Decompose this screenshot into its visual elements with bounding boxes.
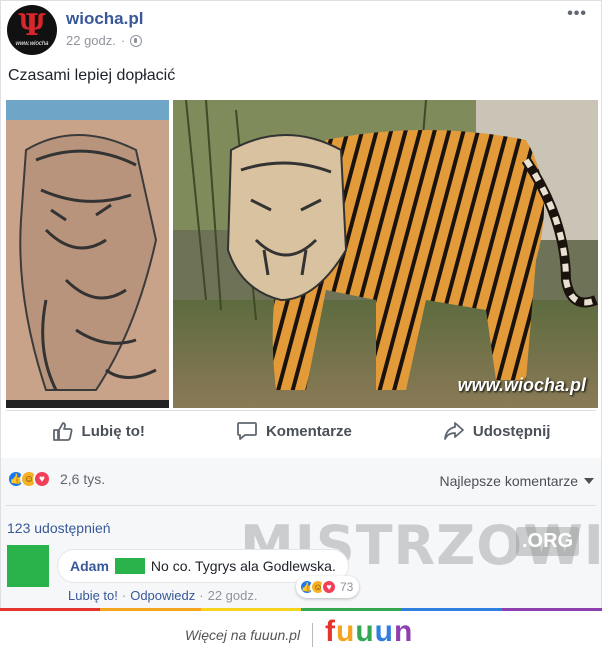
share-button-label: Udostępnij bbox=[472, 422, 551, 440]
caret-down-icon bbox=[584, 478, 594, 484]
mistrzowie-org-badge: .ORG bbox=[516, 527, 580, 556]
post-actions: Lubię to! Komentarze Udostępnij bbox=[6, 412, 596, 450]
comment-text: No co. Tygrys ala Godlewska. bbox=[150, 558, 336, 574]
logo-letter: n bbox=[393, 615, 414, 648]
meta-dot: · bbox=[120, 33, 126, 48]
more-on-fuuun-link[interactable]: Więcej na fuuun.pl bbox=[185, 627, 300, 643]
comment-button-label: Komentarze bbox=[265, 422, 352, 440]
divider bbox=[6, 505, 596, 506]
love-reaction-icon: ♥ bbox=[321, 579, 337, 595]
thumbs-up-icon bbox=[52, 422, 73, 441]
reaction-icons: 👍 ☺ ♥ bbox=[7, 470, 51, 488]
logo-letter: u bbox=[374, 615, 394, 648]
reactions-summary[interactable]: 👍 ☺ ♥ 2,6 tys. bbox=[7, 470, 105, 488]
like-button[interactable]: Lubię to! bbox=[52, 420, 145, 442]
comment-time[interactable]: 22 godz. bbox=[208, 588, 258, 603]
fuuun-logo[interactable]: fuuun bbox=[325, 615, 413, 649]
comment-reply-link[interactable]: Odpowiedz bbox=[130, 588, 195, 603]
footer-divider bbox=[312, 623, 313, 647]
comment-author-link[interactable]: Adam bbox=[70, 558, 109, 574]
page-name-link[interactable]: wiocha.pl bbox=[66, 9, 143, 29]
trident-logo-icon: Ψ bbox=[18, 8, 46, 43]
comment-like-link[interactable]: Lubię to! bbox=[68, 588, 118, 603]
footer: Więcej na fuuun.pl fuuun bbox=[0, 611, 602, 654]
post-meta: 22 godz. · bbox=[66, 33, 143, 48]
more-options-icon[interactable]: ••• bbox=[567, 5, 587, 23]
commenter-avatar[interactable] bbox=[7, 545, 49, 587]
share-arrow-icon bbox=[444, 422, 464, 440]
speech-bubble-icon bbox=[237, 422, 257, 440]
logo-letter: u bbox=[355, 615, 375, 648]
comment-sort-dropdown[interactable]: Najlepsze komentarze bbox=[439, 473, 594, 489]
logo-letter: f bbox=[325, 615, 336, 648]
sort-label: Najlepsze komentarze bbox=[439, 473, 578, 489]
tiger-tattoo-comparison-image bbox=[6, 100, 598, 408]
comment-reactions[interactable]: 👍 ☺ ♥ 73 bbox=[296, 576, 360, 598]
avatar-text: www.wiocha bbox=[15, 41, 49, 47]
post-time[interactable]: 22 godz. bbox=[66, 33, 116, 48]
share-count-link[interactable]: 123 udostępnień bbox=[7, 520, 111, 536]
share-button[interactable]: Udostępnij bbox=[443, 420, 551, 442]
love-reaction-icon: ♥ bbox=[33, 470, 51, 488]
like-button-label: Lubię to! bbox=[81, 422, 145, 440]
globe-icon bbox=[130, 34, 143, 47]
comment-actions: Lubię to! · Odpowiedz · 22 godz. bbox=[68, 588, 258, 603]
photo-watermark: www.wiocha.pl bbox=[457, 375, 586, 395]
comment-button[interactable]: Komentarze bbox=[236, 420, 352, 442]
divider bbox=[6, 410, 596, 411]
post-caption: Czasami lepiej dopłacić bbox=[8, 67, 176, 84]
comment-reaction-count: 73 bbox=[340, 580, 354, 594]
reaction-count: 2,6 tys. bbox=[60, 471, 106, 487]
logo-letter: u bbox=[336, 615, 356, 648]
page-avatar[interactable]: Ψ www.wiocha bbox=[7, 5, 57, 55]
censored-surname-block bbox=[114, 558, 145, 574]
post-photo[interactable]: www.wiocha.pl bbox=[6, 100, 598, 408]
